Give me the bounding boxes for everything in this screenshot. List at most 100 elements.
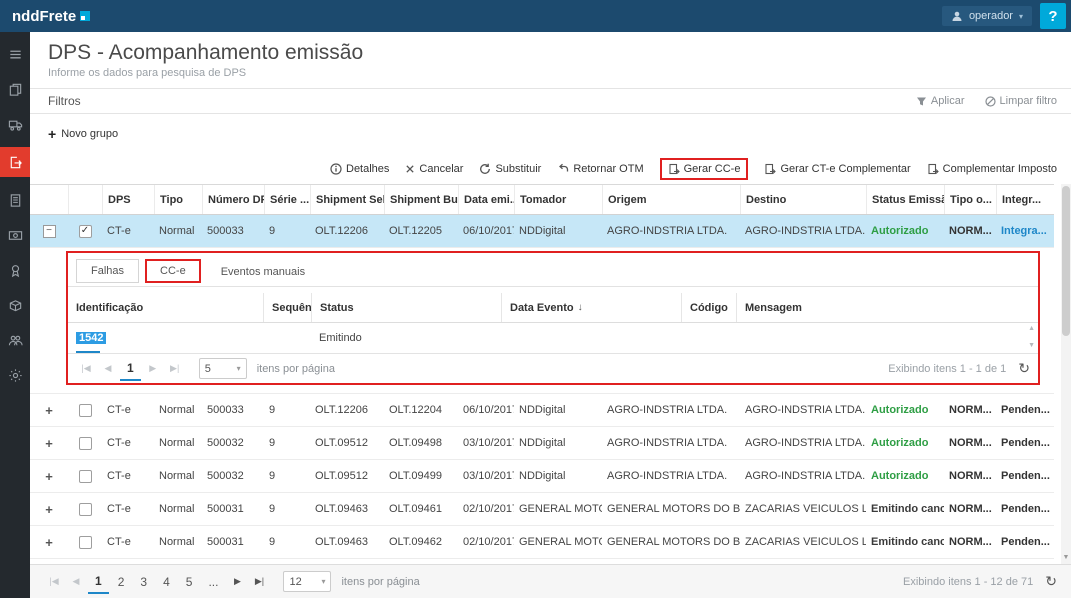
detail-table-row[interactable]: 1542 Emitindo [68, 323, 1038, 353]
help-button[interactable]: ? [1040, 3, 1066, 29]
column-header-identificacao[interactable]: Identificação [68, 293, 263, 322]
cell-origem: AGRO-INDSTRIA LTDA. [602, 394, 740, 426]
column-header-serie[interactable]: Série ... [264, 185, 310, 214]
cell-shipment-buy: OLT.09499 [384, 460, 458, 492]
table-row[interactable]: − ✓ CT-e Normal 500033 9 OLT.12206 OLT.1… [30, 215, 1054, 248]
apply-filter-button[interactable]: Aplicar [916, 95, 965, 107]
column-header-sequencia[interactable]: Sequên... [263, 293, 311, 322]
row-checkbox[interactable] [68, 493, 102, 525]
pager-prev-button[interactable]: ◀ [98, 363, 118, 374]
sidebar-item-shipping[interactable] [0, 293, 30, 317]
row-collapse-button[interactable]: − [30, 215, 68, 247]
column-header-origem[interactable]: Origem [602, 185, 740, 214]
retornar-otm-button[interactable]: Retornar OTM [557, 163, 643, 175]
complementar-imposto-button[interactable]: Complementar Imposto [927, 163, 1057, 175]
row-detail-wrap: Falhas CC-e Eventos manuais Identificaçã… [30, 248, 1054, 394]
column-header-shipment-sell[interactable]: Shipment Sell [310, 185, 384, 214]
pager-page-5[interactable]: 5 [179, 571, 200, 593]
cell-origem: AGRO-INDSTRIA LTDA. [602, 427, 740, 459]
sidebar-item-reports[interactable] [0, 188, 30, 212]
row-expand-button[interactable]: + [30, 427, 68, 459]
scrollbar-thumb[interactable] [1062, 186, 1070, 336]
row-expand-button[interactable]: + [30, 526, 68, 558]
app-logo-text: nddFrete [12, 8, 76, 25]
pager-page-3[interactable]: 3 [133, 571, 154, 593]
pager-last-button[interactable]: ▶| [165, 363, 185, 374]
gerar-cce-button[interactable]: Gerar CC-e [660, 158, 749, 180]
pager-page-more[interactable]: ... [201, 571, 225, 593]
row-checkbox[interactable]: ✓ [68, 215, 102, 247]
pager-prev-button[interactable]: ◀ [66, 576, 86, 587]
table-row[interactable]: + CT-e Normal 500033 9 OLT.12206 OLT.122… [30, 394, 1054, 427]
refresh-icon[interactable]: ↻ [1018, 360, 1030, 377]
cell-tomador: NDDigital [514, 427, 602, 459]
tab-falhas[interactable]: Falhas [76, 259, 139, 283]
cancelar-button[interactable]: Cancelar [405, 163, 463, 175]
tab-eventos-manuais[interactable]: Eventos manuais [207, 261, 319, 283]
scroll-down-icon[interactable]: ▼ [1061, 552, 1071, 564]
row-checkbox[interactable] [68, 460, 102, 492]
new-group-button[interactable]: + Novo grupo [30, 114, 1071, 154]
row-checkbox[interactable] [68, 394, 102, 426]
gerar-cte-complementar-button[interactable]: Gerar CT-e Complementar [764, 163, 910, 175]
pager-next-button[interactable]: ▶ [227, 576, 247, 587]
sidebar-item-certificates[interactable] [0, 258, 30, 282]
sidebar-item-billing[interactable] [0, 223, 30, 247]
row-expand-button[interactable]: + [30, 493, 68, 525]
sidebar-item-dps-emission[interactable] [0, 147, 30, 177]
page-size-select[interactable]: 12 ▾ [283, 571, 331, 592]
row-expand-button[interactable]: + [30, 394, 68, 426]
tab-cce[interactable]: CC-e [145, 259, 201, 283]
column-header-data-evento[interactable]: Data Evento ↓ [501, 293, 681, 322]
pager-page-2[interactable]: 2 [111, 571, 132, 593]
selected-text: 1542 [76, 332, 106, 344]
page-size-select[interactable]: 5 ▾ [199, 358, 247, 379]
column-header-status-emissao[interactable]: Status Emissão [866, 185, 944, 214]
pager-page-4[interactable]: 4 [156, 571, 177, 593]
logo-mark-icon [80, 11, 90, 21]
row-checkbox[interactable] [68, 427, 102, 459]
row-checkbox[interactable] [68, 526, 102, 558]
cell-tipo-o: NORM... [944, 215, 996, 247]
grid-header-row: DPS Tipo Número DPS Série ... Shipment S… [30, 185, 1054, 215]
pager-last-button[interactable]: ▶| [249, 576, 269, 587]
sidebar-item-users[interactable] [0, 328, 30, 352]
cell-integr: Integra... [996, 215, 1054, 247]
column-header-mensagem[interactable]: Mensagem [736, 293, 1038, 322]
column-header-dps[interactable]: DPS [102, 185, 154, 214]
table-row[interactable]: + CT-e Normal 500032 9 OLT.09512 OLT.094… [30, 427, 1054, 460]
grid-scrollbar[interactable]: ▼ [1061, 184, 1071, 564]
detail-scrollbar[interactable]: ▲ ▼ [1028, 325, 1035, 349]
column-header-tomador[interactable]: Tomador [514, 185, 602, 214]
sidebar-item-menu[interactable] [0, 42, 30, 66]
pager-first-button[interactable]: |◀ [44, 576, 64, 587]
column-header-tipo-o[interactable]: Tipo o... [944, 185, 996, 214]
cell-shipment-sell: OLT.09463 [310, 526, 384, 558]
table-row[interactable]: + CT-e Normal 500031 9 OLT.09463 OLT.094… [30, 526, 1054, 559]
sidebar-item-transport[interactable] [0, 112, 30, 136]
column-header-integr[interactable]: Integr... [996, 185, 1054, 214]
column-header-codigo[interactable]: Código [681, 293, 736, 322]
pager-page-1[interactable]: 1 [88, 570, 109, 594]
column-header-destino[interactable]: Destino [740, 185, 866, 214]
column-header-tipo[interactable]: Tipo [154, 185, 202, 214]
page-title: DPS - Acompanhamento emissão [48, 41, 1053, 65]
clear-filter-button[interactable]: Limpar filtro [985, 95, 1057, 107]
user-menu[interactable]: operador ▾ [942, 6, 1032, 26]
pager-next-button[interactable]: ▶ [143, 363, 163, 374]
pager-first-button[interactable]: |◀ [76, 363, 96, 374]
table-row[interactable]: + CT-e Normal 500032 9 OLT.09512 OLT.094… [30, 460, 1054, 493]
sidebar-item-documents[interactable] [0, 77, 30, 101]
table-row[interactable]: + CT-e Normal 500031 9 OLT.09463 OLT.094… [30, 493, 1054, 526]
row-expand-button[interactable]: + [30, 460, 68, 492]
column-header-shipment-buy[interactable]: Shipment Buy [384, 185, 458, 214]
substituir-button[interactable]: Substituir [479, 163, 541, 175]
pager-page-1[interactable]: 1 [120, 357, 141, 381]
column-header-numero-dps[interactable]: Número DPS [202, 185, 264, 214]
refresh-icon[interactable]: ↻ [1045, 573, 1057, 590]
column-header-data-emissao[interactable]: Data emi... [458, 185, 514, 214]
detalhes-button[interactable]: Detalhes [330, 163, 389, 175]
sidebar-item-settings[interactable] [0, 363, 30, 387]
column-header-status[interactable]: Status [311, 293, 501, 322]
detail-grid-header: Identificação Sequên... Status Data Even… [68, 293, 1038, 323]
